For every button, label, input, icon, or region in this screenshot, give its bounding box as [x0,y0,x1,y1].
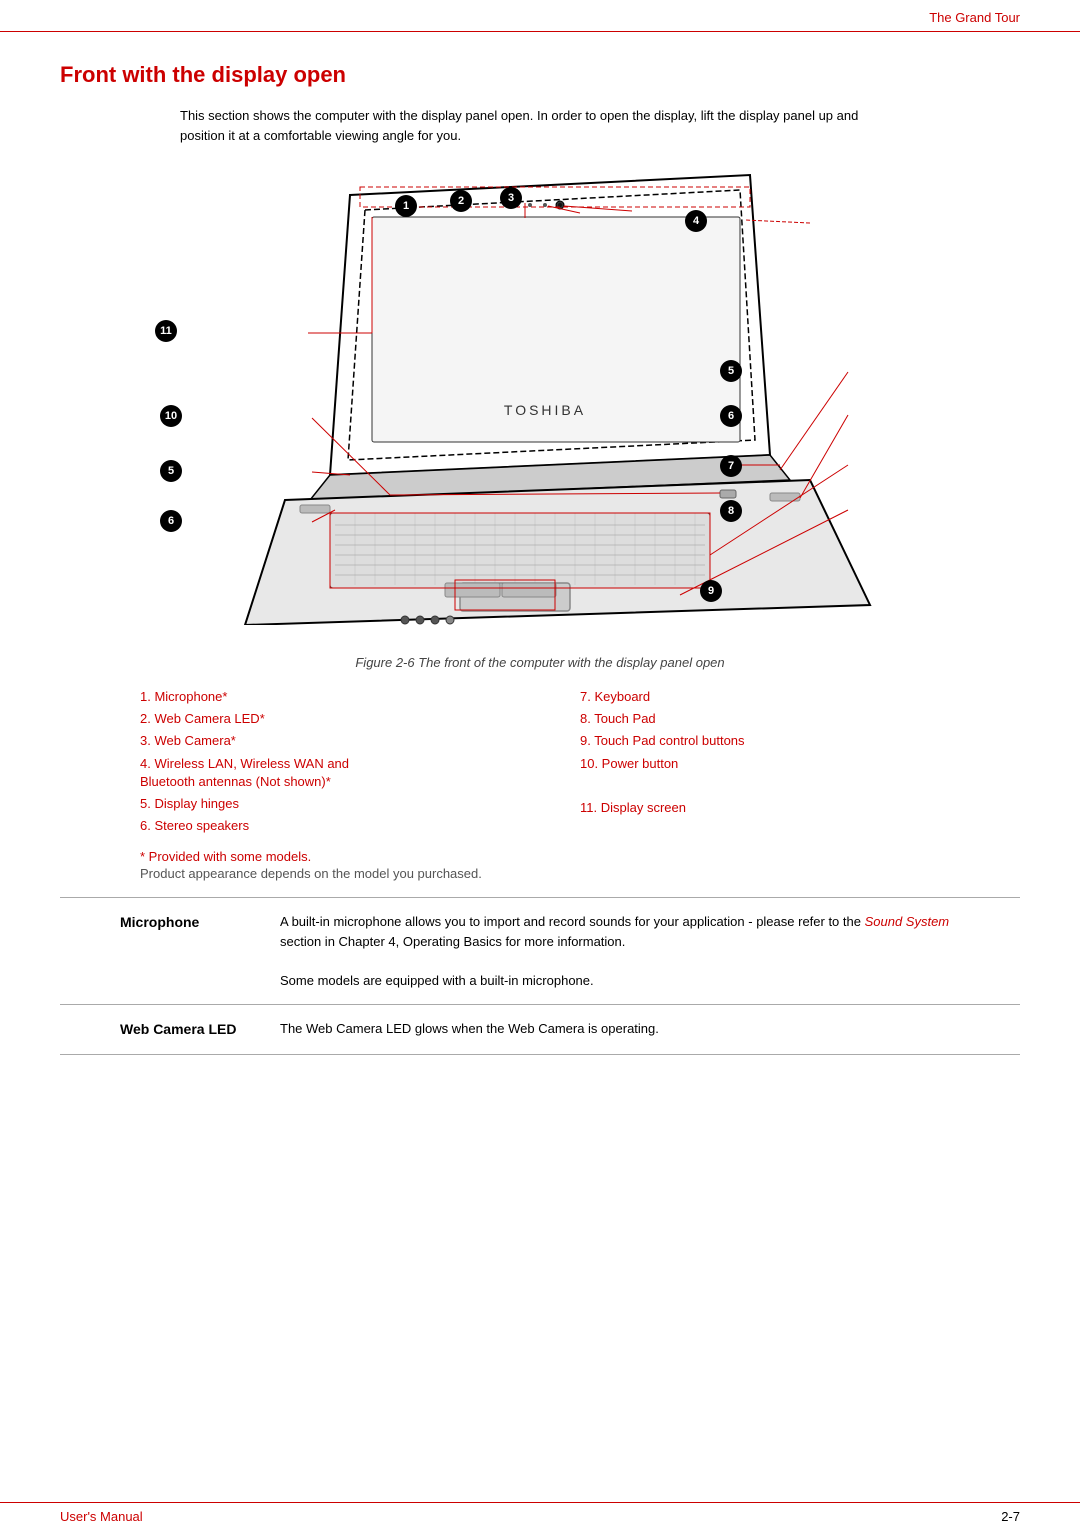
callout-7: 7 [720,455,742,477]
note-text: * Provided with some models. [60,849,1020,864]
component-table: Microphone A built-in microphone allows … [60,898,1020,1055]
section-title: Front with the display open [60,62,1020,88]
part-4: 4. Wireless LAN, Wireless WAN and Blueto… [140,755,370,791]
diagram-svg: TOSHIBA [190,165,890,625]
callout-5-left: 5 [160,460,182,482]
callout-6-right: 6 [720,405,742,427]
intro-text: This section shows the computer with the… [180,106,860,145]
part-9: 9. Touch Pad control buttons [580,732,1020,750]
footer-manual-label: User's Manual [60,1509,143,1524]
parts-col-2: 7. Keyboard 8. Touch Pad 9. Touch Pad co… [580,688,1020,839]
callout-9: 9 [700,580,722,602]
component-desc-webcam-led: The Web Camera LED glows when the Web Ca… [250,1005,1020,1055]
part-7: 7. Keyboard [580,688,1020,706]
component-name-microphone: Microphone [60,898,250,1005]
laptop-diagram: 1 2 3 4 5 6 7 8 9 10 11 5 6 [60,165,1020,645]
callout-1: 1 [395,195,417,217]
callout-4: 4 [685,210,707,232]
sound-system-link: Sound System [865,914,950,929]
part-1: 1. Microphone* [140,688,580,706]
part-2: 2. Web Camera LED* [140,710,580,728]
header-title: The Grand Tour [929,10,1020,25]
part-10: 10. Power button [580,755,1020,773]
page-header: The Grand Tour [0,0,1080,32]
parts-col-1: 1. Microphone* 2. Web Camera LED* 3. Web… [140,688,580,839]
component-desc-microphone: A built-in microphone allows you to impo… [250,898,1020,1005]
part-6: 6. Stereo speakers [140,817,580,835]
callout-11: 11 [155,320,177,342]
svg-text:TOSHIBA: TOSHIBA [504,402,586,418]
part-11: 11. Display screen [580,799,1020,817]
part-8: 8. Touch Pad [580,710,1020,728]
callout-5-right: 5 [720,360,742,382]
component-name-webcam-led: Web Camera LED [60,1005,250,1055]
callout-6-left: 6 [160,510,182,532]
callout-3: 3 [500,187,522,209]
parts-list: 1. Microphone* 2. Web Camera LED* 3. Web… [60,688,1020,839]
content-area: Front with the display open This section… [0,32,1080,1075]
callout-2: 2 [450,190,472,212]
part-5: 5. Display hinges [140,795,580,813]
footer-page-number: 2-7 [1001,1509,1020,1524]
part-3: 3. Web Camera* [140,732,580,750]
component-row-webcam-led: Web Camera LED The Web Camera LED glows … [60,1005,1020,1055]
callout-10: 10 [160,405,182,427]
page-footer: User's Manual 2-7 [0,1502,1080,1530]
callout-8: 8 [720,500,742,522]
figure-caption: Figure 2-6 The front of the computer wit… [60,655,1020,670]
product-note: Product appearance depends on the model … [60,866,1020,881]
page-wrapper: The Grand Tour Front with the display op… [0,0,1080,1530]
component-row-microphone: Microphone A built-in microphone allows … [60,898,1020,1005]
